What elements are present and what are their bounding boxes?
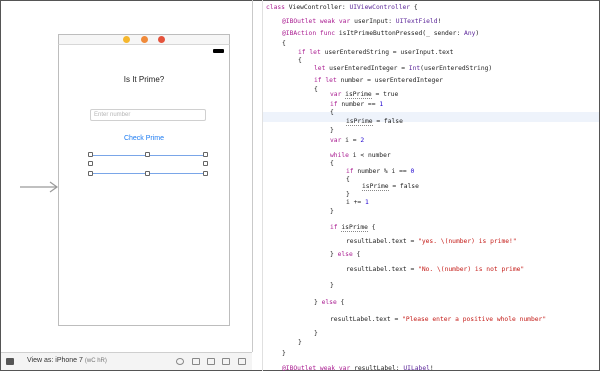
view-as-label[interactable]: View as: iPhone 7 (wC hR) [27,357,107,364]
code-line[interactable]: { [298,56,302,65]
pin-icon[interactable] [207,358,215,365]
storyboard-bottom-bar: View as: iPhone 7 (wC hR) [1,352,252,370]
entry-point-arrow [20,181,59,193]
code-line[interactable]: while i < number [330,151,391,160]
code-editor[interactable]: class ViewController: UIViewController {… [266,0,599,371]
update-frames-icon[interactable] [176,358,184,365]
battery-icon [213,49,224,53]
code-line[interactable]: } else { [314,298,344,307]
code-line[interactable]: i += 1 [346,198,369,207]
code-line[interactable]: if let userEnteredString = userInput.tex… [298,48,453,57]
align-icon[interactable] [192,358,200,365]
code-line[interactable]: } [330,207,334,216]
code-line[interactable]: resultLabel.text = "yes. \(number) is pr… [346,237,517,246]
code-line[interactable]: if number == 1 [330,100,383,109]
document-outline-icon[interactable] [6,358,14,365]
code-line[interactable]: { [330,108,334,117]
view-as-device: View as: iPhone 7 [27,357,83,364]
code-line[interactable]: resultLabel.text = "No. \(number) is not… [346,265,524,274]
code-line[interactable]: class ViewController: UIViewController { [266,3,418,12]
number-input-field[interactable]: Enter number [90,109,206,121]
code-line[interactable]: @IBOutlet weak var userInput: UITextFiel… [282,17,441,26]
code-line[interactable]: @IBOutlet weak var resultLabel: UILabel! [282,364,434,371]
embed-in-stack-icon[interactable] [238,358,246,365]
code-line[interactable]: } [330,126,334,135]
code-line[interactable]: } [282,349,286,358]
resolve-issues-icon[interactable] [222,358,230,365]
pane-divider[interactable] [252,0,253,352]
code-line[interactable]: } else { [330,250,360,259]
code-line[interactable]: var i = 2 [330,136,364,145]
code-line[interactable]: resultLabel.text = "Please enter a posit… [330,315,546,324]
code-line[interactable]: if isPrime { [330,223,376,232]
resize-handle[interactable] [145,152,150,157]
code-line[interactable]: } [330,281,334,290]
code-line[interactable]: let userEnteredInteger = Int(userEntered… [314,64,492,73]
code-line[interactable]: isPrime = false [362,182,419,191]
check-prime-button[interactable]: Check Prime [58,135,230,142]
code-line[interactable]: { [346,175,350,184]
resize-handle[interactable] [88,152,93,157]
code-line[interactable]: { [282,39,286,48]
editor-gutter-divider [262,0,263,371]
resize-handle[interactable] [203,171,208,176]
code-line[interactable]: var isPrime = true [330,90,398,99]
code-line[interactable]: { [314,85,318,94]
resize-handle[interactable] [145,171,150,176]
title-label[interactable]: Is It Prime? [58,75,230,84]
resize-handle[interactable] [203,152,208,157]
code-line[interactable]: } [314,329,318,338]
resize-handle[interactable] [88,171,93,176]
view-as-shortcut: (wC hR) [84,358,107,364]
first-responder-icon[interactable] [141,36,148,43]
resize-handle[interactable] [88,161,93,166]
code-line[interactable]: @IBAction func isItPrimeButtonPressed(_ … [282,29,479,38]
code-line[interactable]: isPrime = false [346,117,403,126]
code-line[interactable]: if number % i == 0 [346,167,414,176]
view-controller-icon[interactable] [123,36,130,43]
resize-handle[interactable] [203,161,208,166]
exit-icon[interactable] [158,36,165,43]
code-line[interactable]: if let number = userEnteredInteger [314,76,443,85]
code-line[interactable]: } [298,338,302,347]
code-line[interactable]: { [330,159,334,168]
